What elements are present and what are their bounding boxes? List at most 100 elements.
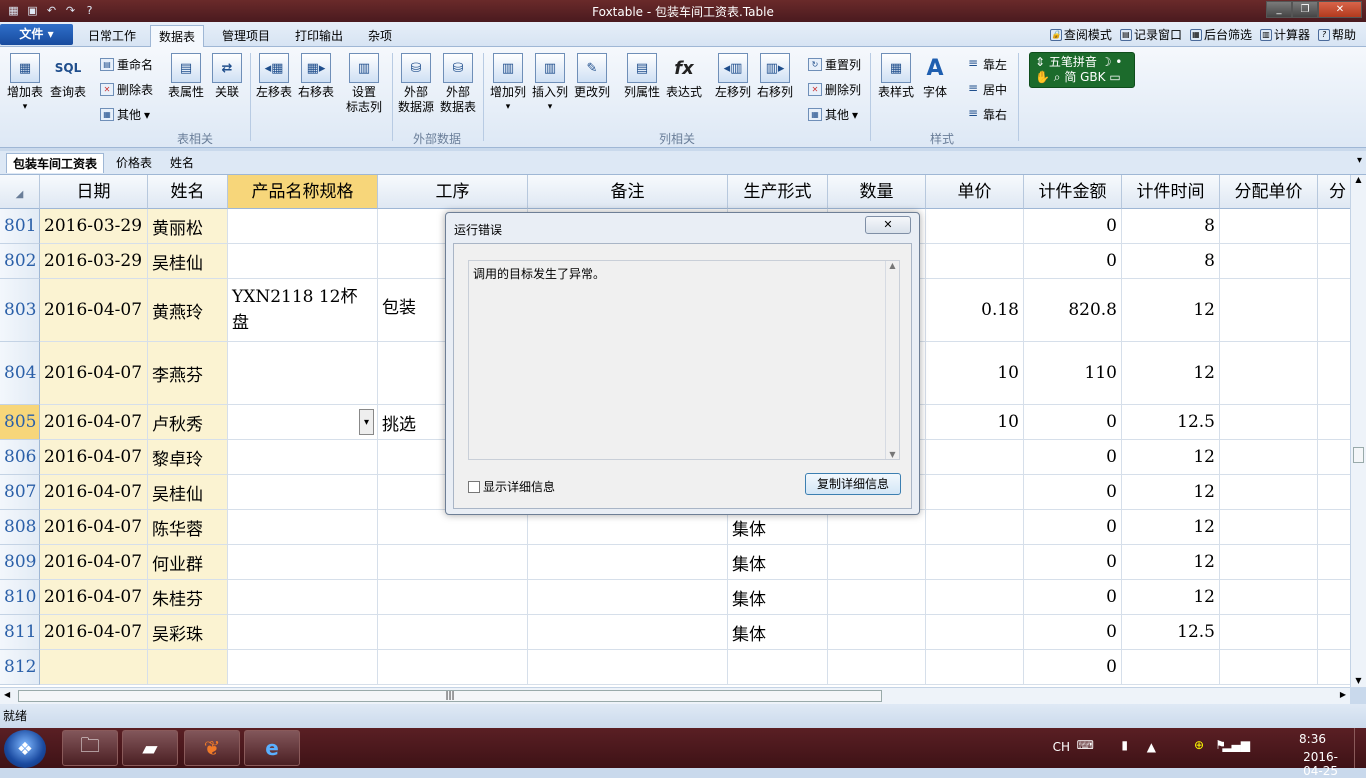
cell-name[interactable]: 黄丽松: [148, 209, 228, 244]
cell-alloc[interactable]: [1318, 405, 1350, 440]
horizontal-scrollbar[interactable]: ◀ ||| ▶: [0, 687, 1350, 704]
delete-table-button[interactable]: ✕ 删除表: [100, 81, 153, 98]
cell-alloc-price[interactable]: [1220, 440, 1318, 475]
close-window-button[interactable]: ✕: [1318, 1, 1362, 18]
cell-time[interactable]: 12.5: [1122, 405, 1220, 440]
cell-alloc-price[interactable]: [1220, 244, 1318, 279]
set-flag-column-button[interactable]: ▥ 设置 标志列: [344, 53, 384, 115]
cell-form[interactable]: 集体: [728, 545, 828, 580]
cell-price[interactable]: [926, 615, 1024, 650]
taskbar-explorer[interactable]: 🗀: [62, 730, 118, 766]
cell-form[interactable]: [728, 650, 828, 685]
cell-process[interactable]: [378, 650, 528, 685]
sheet-tab-price[interactable]: 价格表: [110, 153, 158, 173]
row-header[interactable]: 812: [0, 650, 40, 685]
table-props-button[interactable]: ▤ 表属性: [166, 53, 206, 100]
minimize-button[interactable]: _: [1266, 1, 1292, 18]
vertical-scrollbar[interactable]: ▲ ▼: [1350, 175, 1366, 687]
query-table-button[interactable]: SQL 查询表: [48, 53, 88, 100]
column-header-name[interactable]: 姓名: [148, 175, 228, 209]
tab-print-output[interactable]: 打印输出: [287, 25, 351, 47]
copy-details-button[interactable]: 复制详细信息: [805, 473, 901, 495]
cell-product[interactable]: YXN2118 12杯盘: [228, 279, 378, 342]
cell-amount[interactable]: 0: [1024, 510, 1122, 545]
network-icon[interactable]: ▂▄▆: [1222, 738, 1250, 752]
cell-date[interactable]: 2016-04-07: [40, 405, 148, 440]
cell-time[interactable]: 8: [1122, 244, 1220, 279]
tray-expand-icon[interactable]: ▲: [1147, 740, 1156, 754]
move-table-left-button[interactable]: ◂▦ 左移表: [254, 53, 294, 100]
calculator-link[interactable]: ▥ 计算器: [1259, 26, 1310, 43]
cell-alloc[interactable]: [1318, 475, 1350, 510]
cell-name[interactable]: 陈华蓉: [148, 510, 228, 545]
cell-alloc-price[interactable]: [1220, 279, 1318, 342]
cell-form[interactable]: 集体: [728, 580, 828, 615]
cell-product[interactable]: [228, 440, 378, 475]
cell-product[interactable]: [228, 342, 378, 405]
cell-note[interactable]: [528, 545, 728, 580]
cell-name[interactable]: 李燕芬: [148, 342, 228, 405]
cell-process[interactable]: [378, 580, 528, 615]
cell-product[interactable]: ▾: [228, 405, 378, 440]
cell-price[interactable]: [926, 580, 1024, 615]
cell-process[interactable]: [378, 615, 528, 650]
sheet-tab-payroll[interactable]: 包装车间工资表: [6, 153, 105, 173]
cell-date[interactable]: 2016-04-07: [40, 580, 148, 615]
cell-alloc[interactable]: [1318, 279, 1350, 342]
ime-tray-icon[interactable]: ⌨: [1077, 738, 1094, 752]
cell-price[interactable]: [926, 244, 1024, 279]
cell-name[interactable]: 吴彩珠: [148, 615, 228, 650]
add-tray-icon[interactable]: ⊕: [1194, 738, 1204, 752]
column-props-button[interactable]: ▤ 列属性: [622, 53, 662, 100]
show-details-checkbox[interactable]: 显示详细信息: [468, 478, 555, 495]
row-header[interactable]: 805: [0, 405, 40, 440]
cell-product[interactable]: [228, 615, 378, 650]
cell-amount[interactable]: 0: [1024, 405, 1122, 440]
cell-name[interactable]: 吴桂仙: [148, 475, 228, 510]
cell-amount[interactable]: 0: [1024, 440, 1122, 475]
cell-price[interactable]: [926, 510, 1024, 545]
cell-price[interactable]: [926, 440, 1024, 475]
other-column-button[interactable]: ▦ 其他 ▾: [808, 106, 858, 123]
column-header-amount[interactable]: 计件金额: [1024, 175, 1122, 209]
cell-date[interactable]: 2016-03-29: [40, 209, 148, 244]
cell-alloc-price[interactable]: [1220, 342, 1318, 405]
reset-column-button[interactable]: ↻ 重置列: [808, 56, 861, 73]
cell-name[interactable]: 黎卓玲: [148, 440, 228, 475]
add-table-button[interactable]: ▦ 增加表 ▾: [6, 53, 44, 115]
battery-icon[interactable]: ▮: [1121, 738, 1128, 752]
taskbar-foxtable[interactable]: ❦: [184, 730, 240, 766]
cell-alloc[interactable]: [1318, 510, 1350, 545]
cell-time[interactable]: 12: [1122, 279, 1220, 342]
move-column-left-button[interactable]: ◂▥ 左移列: [712, 53, 754, 100]
cell-name[interactable]: 何业群: [148, 545, 228, 580]
cell-time[interactable]: 12: [1122, 510, 1220, 545]
cell-amount[interactable]: 0: [1024, 475, 1122, 510]
cell-date[interactable]: 2016-04-07: [40, 342, 148, 405]
view-mode-link[interactable]: 🔒 查阅模式: [1049, 26, 1112, 43]
taskbar-ie[interactable]: e: [244, 730, 300, 766]
change-column-button[interactable]: ✎ 更改列: [572, 53, 612, 100]
cell-price[interactable]: 10: [926, 405, 1024, 440]
cell-time[interactable]: 12: [1122, 580, 1220, 615]
cell-alloc[interactable]: [1318, 545, 1350, 580]
cell-price[interactable]: [926, 650, 1024, 685]
cell-amount[interactable]: 0: [1024, 615, 1122, 650]
cell-date[interactable]: 2016-04-07: [40, 545, 148, 580]
align-center-button[interactable]: ≡ 居中: [966, 81, 1007, 98]
cell-qty[interactable]: [828, 650, 926, 685]
scroll-right-icon[interactable]: ▶: [1340, 690, 1346, 699]
expression-button[interactable]: fx 表达式: [664, 53, 704, 100]
cell-name[interactable]: [148, 650, 228, 685]
cell-amount[interactable]: 0: [1024, 209, 1122, 244]
cell-product[interactable]: [228, 475, 378, 510]
background-filter-link[interactable]: ▦ 后台筛选: [1189, 26, 1252, 43]
cell-price[interactable]: [926, 545, 1024, 580]
cell-date[interactable]: 2016-04-07: [40, 510, 148, 545]
cell-date[interactable]: 2016-03-29: [40, 244, 148, 279]
tab-data-table[interactable]: 数据表: [150, 25, 205, 47]
column-header-process[interactable]: 工序: [378, 175, 528, 209]
row-header[interactable]: 801: [0, 209, 40, 244]
align-right-button[interactable]: ≡ 靠右: [966, 106, 1007, 123]
dropdown-arrow-icon[interactable]: ▾: [359, 409, 374, 435]
